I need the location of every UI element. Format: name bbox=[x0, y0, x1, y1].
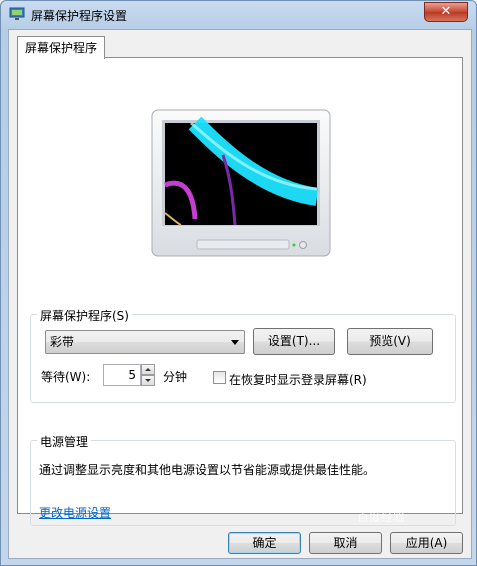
ok-button[interactable]: 确定 bbox=[228, 532, 301, 554]
chevron-down-icon bbox=[231, 340, 239, 345]
wait-decrement-button[interactable] bbox=[141, 375, 155, 386]
change-power-settings-link[interactable]: 更改电源设置 bbox=[39, 504, 111, 521]
dialog-body: 屏幕保护程序 屏幕保护程序(S) 彩带 设置(T)... 预览(V) 等待(W)… bbox=[8, 29, 472, 559]
wait-minutes-input[interactable]: 5 bbox=[103, 364, 141, 386]
preview-button[interactable]: 预览(V) bbox=[347, 328, 433, 355]
monitor-icon bbox=[151, 109, 331, 257]
cancel-button[interactable]: 取消 bbox=[309, 532, 382, 554]
screensaver-select[interactable]: 彩带 bbox=[45, 330, 245, 354]
wait-unit-label: 分钟 bbox=[163, 370, 188, 384]
arrow-up-icon bbox=[145, 368, 151, 371]
screensaver-group-label: 屏幕保护程序(S) bbox=[37, 307, 132, 324]
screensaver-selected-value: 彩带 bbox=[50, 335, 75, 349]
arrow-down-icon bbox=[145, 379, 151, 382]
tab-screensaver[interactable]: 屏幕保护程序 bbox=[17, 36, 106, 59]
resume-login-label[interactable]: 在恢复时显示登录屏幕(R) bbox=[229, 371, 367, 388]
apply-button[interactable]: 应用(A) bbox=[390, 532, 463, 554]
close-button[interactable]: ✕ bbox=[424, 2, 468, 22]
monitor-preview bbox=[151, 109, 331, 257]
watermark-text: 百度经验 bbox=[357, 510, 406, 524]
wait-label: 等待(W): bbox=[41, 370, 91, 384]
screensaver-settings-window: 屏幕保护程序设置 ✕ 屏幕保护程序 屏幕保护程序(S) 彩带 设置(T)... … bbox=[0, 0, 477, 566]
window-title: 屏幕保护程序设置 bbox=[31, 9, 128, 23]
settings-button[interactable]: 设置(T)... bbox=[253, 328, 335, 355]
close-icon: ✕ bbox=[440, 4, 452, 19]
power-group-label: 电源管理 bbox=[37, 433, 92, 450]
resume-login-checkbox[interactable] bbox=[213, 371, 226, 384]
wait-increment-button[interactable] bbox=[141, 364, 155, 375]
tab-panel: 屏幕保护程序(S) 彩带 设置(T)... 预览(V) 等待(W): 5 分钟 … bbox=[17, 57, 463, 526]
title-bar[interactable]: 屏幕保护程序设置 ✕ bbox=[1, 1, 476, 27]
screensaver-group: 屏幕保护程序(S) 彩带 设置(T)... 预览(V) 等待(W): 5 分钟 … bbox=[30, 307, 456, 403]
display-settings-icon bbox=[9, 7, 25, 20]
power-description: 通过调整显示亮度和其他电源设置以节省能源或提供最佳性能。 bbox=[39, 463, 376, 477]
